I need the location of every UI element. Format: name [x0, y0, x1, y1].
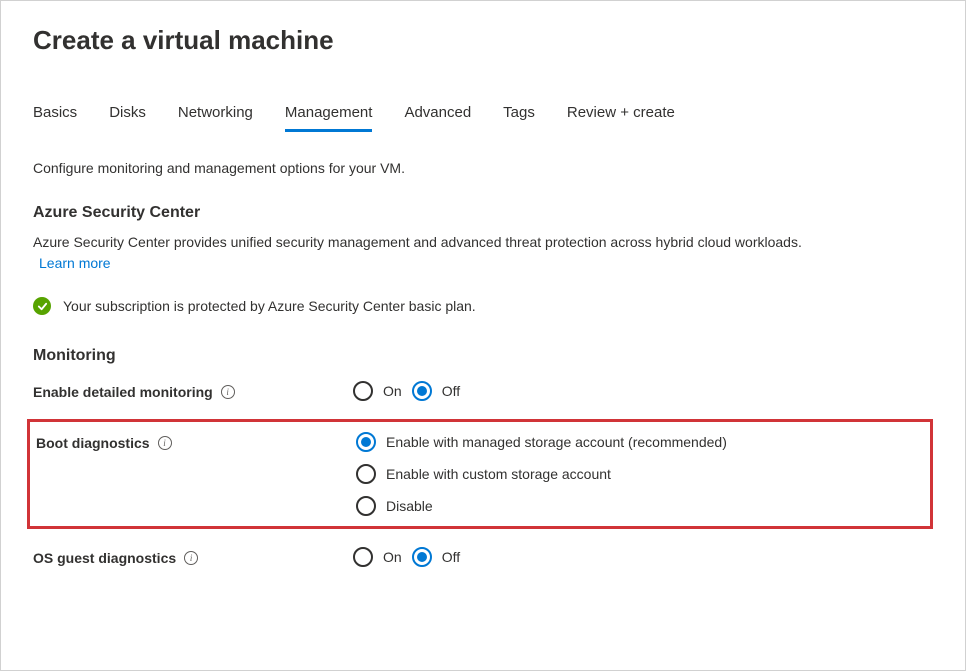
security-status-text: Your subscription is protected by Azure …: [63, 298, 476, 314]
detailed-monitoring-on[interactable]: On: [353, 381, 402, 401]
tab-networking[interactable]: Networking: [178, 104, 253, 132]
radio-label: Off: [442, 383, 460, 399]
tabs-bar: Basics Disks Networking Management Advan…: [33, 104, 933, 132]
radio-label: On: [383, 549, 402, 565]
tab-tags[interactable]: Tags: [503, 104, 535, 132]
radio-icon: [353, 547, 373, 567]
tab-basics[interactable]: Basics: [33, 104, 77, 132]
detailed-monitoring-row: Enable detailed monitoring i On Off: [33, 381, 933, 401]
check-circle-icon: [33, 297, 51, 315]
os-guest-diagnostics-label-text: OS guest diagnostics: [33, 550, 176, 566]
radio-icon: [412, 547, 432, 567]
security-center-heading: Azure Security Center: [33, 204, 933, 222]
radio-label: On: [383, 383, 402, 399]
radio-label: Disable: [386, 498, 433, 514]
os-guest-diagnostics-off[interactable]: Off: [412, 547, 460, 567]
detailed-monitoring-label-text: Enable detailed monitoring: [33, 384, 213, 400]
os-guest-diagnostics-label: OS guest diagnostics i: [33, 547, 353, 566]
tab-review-create[interactable]: Review + create: [567, 104, 675, 132]
info-icon[interactable]: i: [184, 551, 198, 565]
security-center-text: Azure Security Center provides unified s…: [33, 232, 933, 253]
boot-diagnostics-label-text: Boot diagnostics: [36, 435, 150, 451]
radio-icon: [356, 432, 376, 452]
os-guest-diagnostics-radio-group: On Off: [353, 547, 460, 567]
radio-icon: [353, 381, 373, 401]
radio-label: Off: [442, 549, 460, 565]
os-guest-diagnostics-on[interactable]: On: [353, 547, 402, 567]
detailed-monitoring-label: Enable detailed monitoring i: [33, 381, 353, 400]
security-center-section: Azure Security Center Azure Security Cen…: [33, 204, 933, 315]
radio-icon: [356, 464, 376, 484]
info-icon[interactable]: i: [221, 385, 235, 399]
info-icon[interactable]: i: [158, 436, 172, 450]
radio-icon: [356, 496, 376, 516]
page-container: Create a virtual machine Basics Disks Ne…: [1, 1, 965, 609]
learn-more-link[interactable]: Learn more: [39, 255, 933, 271]
tab-advanced[interactable]: Advanced: [404, 104, 471, 132]
radio-label: Enable with managed storage account (rec…: [386, 434, 727, 450]
radio-icon: [412, 381, 432, 401]
tab-description: Configure monitoring and management opti…: [33, 160, 933, 176]
security-status-row: Your subscription is protected by Azure …: [33, 297, 933, 315]
monitoring-heading: Monitoring: [33, 347, 933, 365]
monitoring-section: Monitoring Enable detailed monitoring i …: [33, 347, 933, 567]
boot-diagnostics-disable[interactable]: Disable: [356, 496, 727, 516]
boot-diagnostics-highlight: Boot diagnostics i Enable with managed s…: [27, 419, 933, 529]
tab-management[interactable]: Management: [285, 104, 373, 132]
os-guest-diagnostics-row: OS guest diagnostics i On Off: [33, 547, 933, 567]
boot-diagnostics-custom[interactable]: Enable with custom storage account: [356, 464, 727, 484]
detailed-monitoring-radio-group: On Off: [353, 381, 460, 401]
detailed-monitoring-off[interactable]: Off: [412, 381, 460, 401]
boot-diagnostics-radio-group: Enable with managed storage account (rec…: [356, 432, 727, 516]
boot-diagnostics-row: Boot diagnostics i Enable with managed s…: [30, 432, 924, 516]
page-title: Create a virtual machine: [33, 25, 933, 56]
radio-label: Enable with custom storage account: [386, 466, 611, 482]
boot-diagnostics-managed[interactable]: Enable with managed storage account (rec…: [356, 432, 727, 452]
boot-diagnostics-label: Boot diagnostics i: [36, 432, 356, 451]
tab-disks[interactable]: Disks: [109, 104, 146, 132]
